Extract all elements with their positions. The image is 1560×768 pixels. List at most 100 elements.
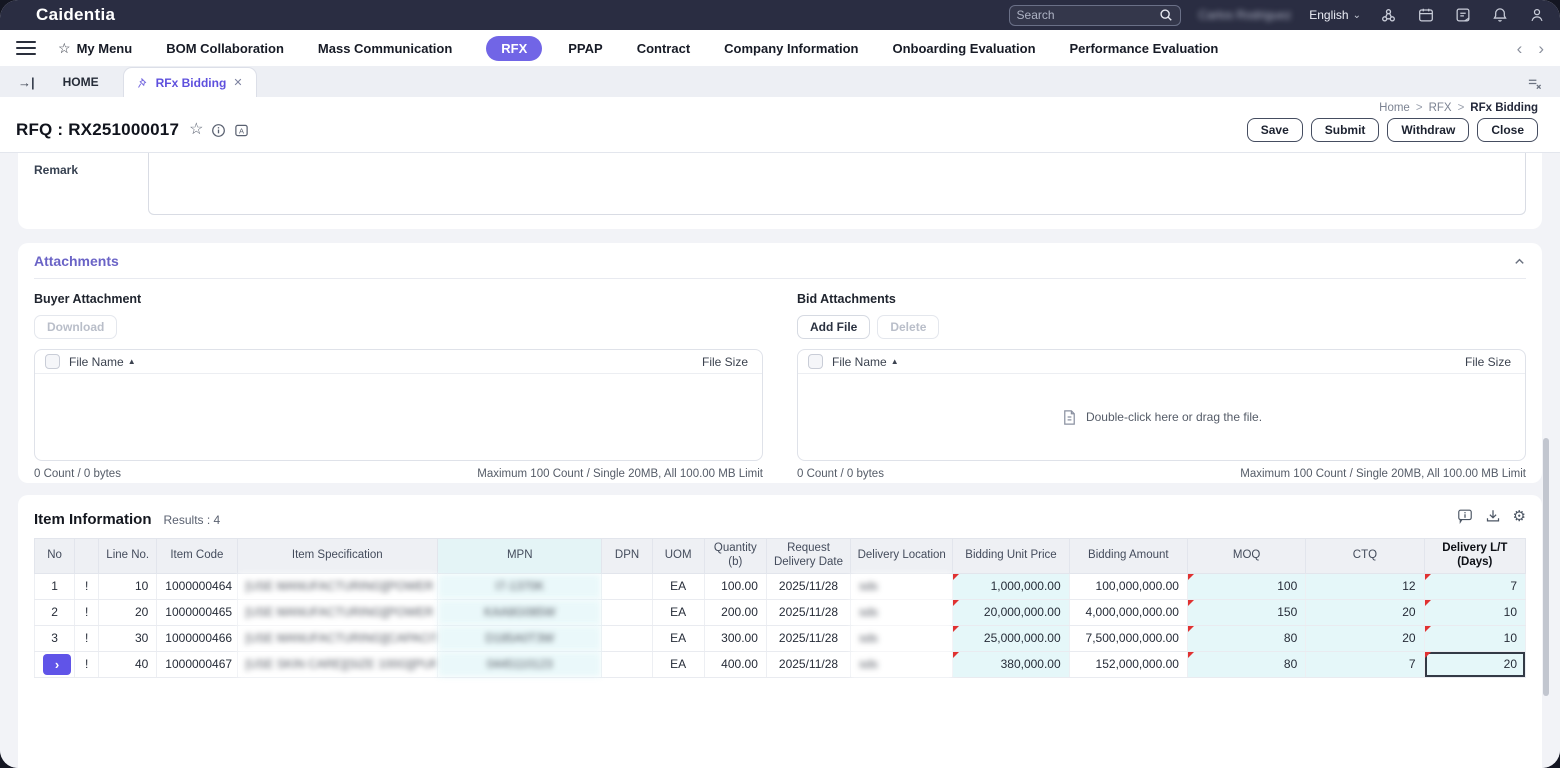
menu-item-mass-communication[interactable]: Mass Communication xyxy=(318,41,452,56)
col-delivery-location[interactable]: Delivery Location xyxy=(850,538,954,574)
menu-item-ppap[interactable]: PPAP xyxy=(568,41,602,56)
memo-icon[interactable] xyxy=(1453,6,1472,25)
menu-item-my-menu[interactable]: ☆ My Menu xyxy=(58,40,132,57)
tab-home[interactable]: HOME xyxy=(63,75,99,89)
cell-bidding-unit-price[interactable]: 1,000,000.00 xyxy=(952,573,1070,600)
cell-flag[interactable]: ! xyxy=(74,651,100,678)
favorite-star-icon[interactable]: ☆ xyxy=(189,122,203,138)
table-row[interactable]: 2 ! 20 1000000465 [USE MANUFACTURING][PO… xyxy=(33,599,1527,626)
cell-delivery-lt[interactable]: 7 xyxy=(1424,573,1527,600)
chevron-up-icon[interactable] xyxy=(1513,255,1526,268)
cell-ctq[interactable]: 20 xyxy=(1305,625,1425,652)
cell-flag[interactable]: ! xyxy=(74,625,100,652)
col-request-delivery-date[interactable]: Request Delivery Date xyxy=(765,538,852,574)
download-icon[interactable] xyxy=(1485,508,1501,524)
language-selector[interactable]: English ⌄ xyxy=(1309,8,1361,22)
global-search[interactable] xyxy=(1008,4,1181,26)
cell-flag[interactable]: ! xyxy=(74,599,100,626)
table-row[interactable]: 3 ! 30 1000000466 [USE MANUFACTURING][CA… xyxy=(33,625,1527,652)
file-name-header[interactable]: File Name ▲ xyxy=(832,355,899,369)
cell-moq[interactable]: 150 xyxy=(1187,599,1307,626)
remark-textarea[interactable] xyxy=(148,153,1526,215)
vertical-scrollbar[interactable] xyxy=(1543,438,1549,696)
cell-dpn[interactable] xyxy=(601,573,653,600)
menu-item-contract[interactable]: Contract xyxy=(637,41,690,56)
delete-button[interactable]: Delete xyxy=(877,315,940,339)
tooltip-info-icon[interactable] xyxy=(1457,508,1473,524)
col-delivery-lt[interactable]: Delivery L/T (Days) xyxy=(1423,538,1527,574)
menu-item-company-information[interactable]: Company Information xyxy=(724,41,858,56)
cell-moq[interactable]: 80 xyxy=(1187,651,1307,678)
col-line-no[interactable]: Line No. xyxy=(98,538,158,574)
collapse-sidebar-icon[interactable]: →| xyxy=(18,75,35,90)
hamburger-menu-icon[interactable] xyxy=(16,41,36,55)
file-dropzone[interactable]: Double-click here or drag the file. xyxy=(798,374,1525,460)
select-all-checkbox[interactable] xyxy=(808,354,823,369)
col-dpn[interactable]: DPN xyxy=(601,538,653,574)
chevron-left-icon[interactable]: ‹ xyxy=(1517,40,1523,57)
col-quantity[interactable]: Quantity (b) xyxy=(703,538,767,574)
cell-delivery-lt[interactable]: 10 xyxy=(1424,599,1527,626)
menu-item-rfx[interactable]: RFX xyxy=(486,35,543,61)
cell-mpn[interactable]: D185A0T3W xyxy=(437,625,603,652)
table-row[interactable]: 1 ! 10 1000000464 [USE MANUFACTURING][PO… xyxy=(33,573,1527,600)
close-button[interactable]: Close xyxy=(1477,118,1538,142)
cell-dpn[interactable] xyxy=(601,625,653,652)
chevron-right-icon[interactable]: › xyxy=(1538,40,1544,57)
search-icon[interactable] xyxy=(1159,8,1173,22)
col-no[interactable]: No xyxy=(33,538,76,574)
col-bidding-amount[interactable]: Bidding Amount xyxy=(1068,538,1188,574)
submit-button[interactable]: Submit xyxy=(1310,118,1380,142)
cell-ctq[interactable]: 7 xyxy=(1305,651,1425,678)
cell-moq[interactable]: 100 xyxy=(1187,573,1307,600)
search-input[interactable] xyxy=(1016,8,1159,22)
download-button[interactable]: Download xyxy=(34,315,118,339)
cell-delivery-lt[interactable]: 10 xyxy=(1424,625,1527,652)
withdraw-button[interactable]: Withdraw xyxy=(1387,118,1470,142)
cell-mpn[interactable]: I7-1370K xyxy=(437,573,603,600)
cell-bidding-unit-price[interactable]: 20,000,000.00 xyxy=(952,599,1070,626)
calendar-icon[interactable] xyxy=(1416,6,1435,25)
menu-item-bom-collaboration[interactable]: BOM Collaboration xyxy=(166,41,284,56)
file-name-header[interactable]: File Name ▲ xyxy=(69,355,136,369)
col-item-code[interactable]: Item Code xyxy=(156,538,238,574)
col-item-specification[interactable]: Item Specification xyxy=(236,538,439,574)
cell-bidding-unit-price[interactable]: 25,000,000.00 xyxy=(952,625,1070,652)
tab-rfx-bidding[interactable]: RFx Bidding ✕ xyxy=(122,67,257,97)
cell-flag[interactable]: ! xyxy=(74,573,100,600)
select-all-checkbox[interactable] xyxy=(45,354,60,369)
cell-delivery-lt-focused[interactable]: 20 xyxy=(1424,651,1527,678)
info-icon[interactable] xyxy=(211,123,226,138)
table-row-current[interactable]: › ! 40 1000000467 [USE SKIN CARE][SIZE 1… xyxy=(33,651,1527,678)
save-button[interactable]: Save xyxy=(1246,118,1303,142)
pin-icon[interactable] xyxy=(137,77,149,89)
user-icon[interactable] xyxy=(1527,6,1546,25)
col-bidding-unit-price[interactable]: Bidding Unit Price xyxy=(952,538,1070,574)
cell-mpn[interactable]: KAA8G085W xyxy=(437,599,603,626)
cell-no-current[interactable]: › xyxy=(33,651,76,678)
cell-dpn[interactable] xyxy=(601,599,653,626)
col-ctq[interactable]: CTQ xyxy=(1305,538,1425,574)
menu-item-performance-evaluation[interactable]: Performance Evaluation xyxy=(1070,41,1219,56)
cell-moq[interactable]: 80 xyxy=(1187,625,1307,652)
cell-ctq[interactable]: 20 xyxy=(1305,599,1425,626)
col-moq[interactable]: MOQ xyxy=(1186,538,1307,574)
cell-mpn[interactable]: 0445110123 xyxy=(437,651,603,678)
col-mpn[interactable]: MPN xyxy=(437,538,603,574)
cell-ctq[interactable]: 12 xyxy=(1305,573,1425,600)
gear-icon[interactable]: ⚙ xyxy=(1513,507,1526,525)
close-all-tabs-icon[interactable] xyxy=(1527,76,1542,91)
menu-item-onboarding-evaluation[interactable]: Onboarding Evaluation xyxy=(893,41,1036,56)
col-flag[interactable] xyxy=(74,538,100,574)
col-uom[interactable]: UOM xyxy=(651,538,705,574)
cell-delivery-location: sds xyxy=(850,651,954,678)
org-chart-icon[interactable] xyxy=(1379,6,1398,25)
summary-card-icon[interactable]: A xyxy=(234,123,249,138)
bell-icon[interactable] xyxy=(1490,6,1509,25)
cell-bidding-unit-price[interactable]: 380,000.00 xyxy=(952,651,1070,678)
close-icon[interactable]: ✕ xyxy=(233,76,242,89)
breadcrumb-rfx[interactable]: RFX xyxy=(1429,102,1452,114)
add-file-button[interactable]: Add File xyxy=(797,315,871,339)
cell-dpn[interactable] xyxy=(601,651,653,678)
breadcrumb-home[interactable]: Home xyxy=(1379,102,1410,114)
